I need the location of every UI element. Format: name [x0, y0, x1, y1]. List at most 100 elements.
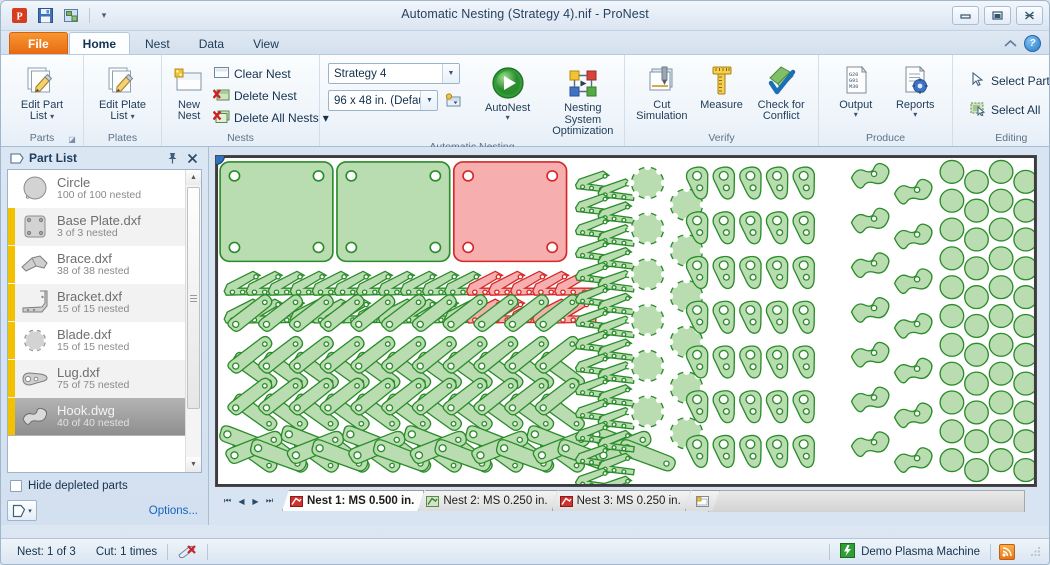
plate-settings-button[interactable]	[442, 90, 464, 111]
reports-caret-icon[interactable]: ▾	[913, 111, 917, 118]
nest-tab-bar: ⏮ ◀ ▶ ⏭ Nest 1: MS 0.500 in. Nest 2: MS …	[221, 490, 1025, 512]
part-thumbnail-brace-icon	[20, 251, 50, 279]
next-nest-icon[interactable]: ▶	[249, 492, 262, 510]
tab-data[interactable]: Data	[185, 32, 238, 54]
hide-depleted-parts-checkbox[interactable]: Hide depleted parts	[7, 473, 202, 492]
part-list-container: Circle 100 of 100 nested Base Plate.dxf …	[7, 169, 202, 473]
output-caret-icon[interactable]: ▾	[854, 111, 858, 118]
ribbon-tab-strip: File Home Nest Data View ?	[1, 31, 1049, 55]
part-status: 38 of 38 nested	[57, 265, 129, 278]
edit-plate-list-label2: List	[110, 110, 127, 122]
part-name: Circle	[57, 176, 141, 189]
delete-nest-button[interactable]: Delete Nest	[210, 85, 335, 106]
nest-tab-3-label: Nest 3: MS 0.250 in.	[577, 495, 681, 507]
edit-part-list-label2: List	[30, 110, 47, 122]
hide-depleted-parts-label: Hide depleted parts	[28, 480, 128, 492]
list-item[interactable]: Brace.dxf 38 of 38 nested	[8, 246, 185, 284]
delete-all-nests-button[interactable]: Delete All Nests ▾	[210, 107, 335, 128]
autonest-button[interactable]: AutoNest ▾	[482, 63, 533, 124]
collapse-ribbon-icon[interactable]	[1002, 36, 1018, 52]
nesting-system-optimization-button[interactable]: Nesting System Optimization	[549, 63, 616, 140]
ribbon-group-produce: G20 G91 M30 Output ▾	[818, 55, 952, 146]
delete-nest-label: Delete Nest	[234, 89, 297, 103]
part-thumbnail-plate-icon	[20, 213, 50, 241]
list-item[interactable]: Base Plate.dxf 3 of 3 nested	[8, 208, 185, 246]
parts-dialog-launcher-icon[interactable]: ◪	[67, 135, 77, 145]
select-parts-button[interactable]: Select Parts	[967, 70, 1050, 91]
group-label-produce: Produce	[821, 131, 950, 146]
nest-tab-3[interactable]: Nest 3: MS 0.250 in.	[552, 490, 691, 511]
clear-nest-icon	[213, 65, 230, 83]
first-nest-icon[interactable]: ⏮	[221, 492, 234, 510]
scroll-down-icon[interactable]: ▼	[186, 457, 201, 472]
ribbon-group-verify: Cut Simulation Measure	[624, 55, 818, 146]
pronest-window: P ▾ Automatic Nesting (Strategy 4).nif -…	[0, 0, 1050, 565]
measure-button[interactable]: Measure	[693, 60, 751, 114]
check-for-conflict-button[interactable]: Check for Conflict	[752, 60, 810, 125]
edit-plate-list-caret-icon[interactable]: ▾	[131, 112, 135, 121]
tab-home[interactable]: Home	[69, 32, 130, 54]
scrollbar-track[interactable]	[186, 185, 201, 457]
plate-size-dropdown-icon[interactable]: ▼	[420, 91, 437, 110]
group-label-parts: Parts ◪	[3, 131, 81, 146]
clear-nest-button[interactable]: Clear Nest	[210, 63, 335, 84]
list-item[interactable]: Hook.dwg 40 of 40 nested	[8, 398, 185, 436]
part-status: 15 of 15 nested	[57, 303, 129, 316]
edit-part-list-button[interactable]: Edit Part List ▾	[9, 60, 75, 125]
tab-file[interactable]: File	[9, 32, 68, 54]
edit-plate-list-button[interactable]: Edit Plate List ▾	[92, 60, 153, 125]
strategy-dropdown-icon[interactable]: ▼	[442, 64, 459, 83]
checkbox-box[interactable]	[10, 480, 22, 492]
cut-simulation-button[interactable]: Cut Simulation	[633, 60, 691, 125]
part-status: 100 of 100 nested	[57, 189, 141, 202]
nesting-system-optimization-label2: Optimization	[552, 125, 613, 137]
ribbon-group-parts: Edit Part List ▾ Parts ◪	[1, 55, 83, 146]
status-right-group: Demo Plasma Machine	[829, 543, 1043, 561]
strategy-combobox[interactable]: Strategy 4 ▼	[328, 63, 460, 84]
list-item[interactable]: Blade.dxf 15 of 15 nested	[8, 322, 185, 360]
reports-button[interactable]: Reports ▾	[887, 60, 945, 121]
select-all-label: Select All	[991, 103, 1040, 117]
select-all-button[interactable]: Select All	[967, 99, 1050, 120]
help-icon[interactable]: ?	[1024, 35, 1041, 52]
list-item[interactable]: Lug.dxf 75 of 75 nested	[8, 360, 185, 398]
scrollbar-thumb[interactable]	[187, 187, 200, 409]
new-nest-icon	[173, 64, 205, 98]
part-list-scrollbar[interactable]: ▲ ▼	[185, 170, 201, 472]
tab-view[interactable]: View	[239, 32, 293, 54]
nest-tab-2[interactable]: Nest 2: MS 0.250 in.	[418, 490, 557, 511]
part-marker-bar	[8, 360, 15, 397]
list-item[interactable]: Bracket.dxf 15 of 15 nested	[8, 284, 185, 322]
plate-size-combobox[interactable]: 96 x 48 in. (Defaul ▼	[328, 90, 438, 111]
status-machine[interactable]: Demo Plasma Machine	[830, 543, 990, 561]
status-bar: Nest: 1 of 3 Cut: 1 times Demo Plasma Ma…	[1, 538, 1049, 564]
close-button[interactable]	[1016, 6, 1043, 25]
nest-canvas[interactable]	[215, 155, 1037, 487]
list-item[interactable]: Circle 100 of 100 nested	[8, 170, 185, 208]
scroll-up-icon[interactable]: ▲	[186, 170, 201, 185]
tab-nest[interactable]: Nest	[131, 32, 184, 54]
nesting-system-optimization-label1: Nesting System	[552, 102, 613, 126]
ribbon-group-editing: Select Parts Select All Editing	[952, 55, 1050, 146]
select-parts-label: Select Parts	[991, 74, 1050, 88]
svg-text:M30: M30	[849, 84, 858, 90]
close-icon[interactable]	[185, 151, 200, 166]
nest-tab-1[interactable]: Nest 1: MS 0.500 in.	[282, 490, 424, 511]
autonest-caret-icon[interactable]: ▾	[506, 114, 510, 121]
output-button[interactable]: G20 G91 M30 Output ▾	[827, 60, 885, 121]
previous-nest-icon[interactable]: ◀	[235, 492, 248, 510]
maximize-button[interactable]	[984, 6, 1011, 25]
part-name: Lug.dxf	[57, 366, 129, 379]
conflict-warning-icon[interactable]	[168, 543, 207, 561]
pin-icon[interactable]	[165, 151, 180, 166]
options-link[interactable]: Options...	[149, 505, 202, 517]
minimize-button[interactable]	[952, 6, 979, 25]
rss-feed-icon[interactable]	[999, 544, 1015, 560]
resize-grip-icon[interactable]	[1029, 545, 1043, 559]
export-part-list-button[interactable]: ▾	[7, 500, 37, 521]
edit-part-list-caret-icon[interactable]: ▾	[50, 112, 54, 121]
last-nest-icon[interactable]: ⏭	[263, 492, 276, 510]
nest-3-status-icon	[560, 496, 573, 507]
new-nest-button[interactable]: New Nest	[170, 60, 208, 125]
part-thumbnail-blade-icon	[20, 327, 50, 355]
